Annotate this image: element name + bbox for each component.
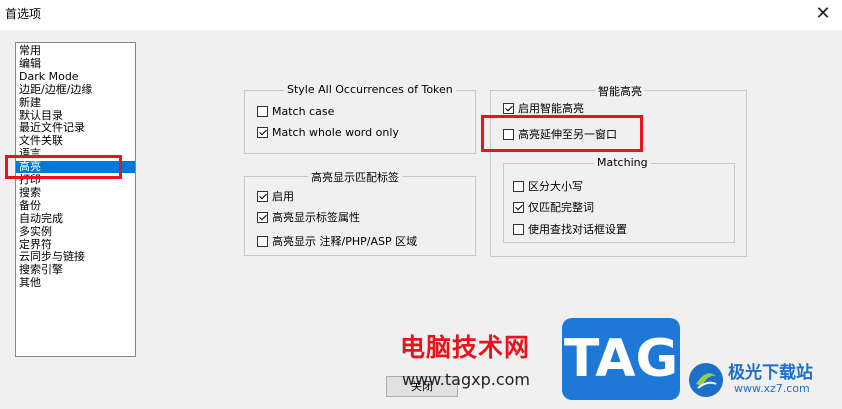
group-title: Style All Occurrences of Token	[284, 83, 456, 96]
sidebar-item[interactable]: 新建	[16, 96, 135, 109]
checkbox-label: 高亮延伸至另一窗口	[518, 128, 617, 141]
sidebar-item[interactable]: 定界符	[16, 238, 135, 251]
smart-match-case-checkbox[interactable]: 区分大小写	[513, 178, 583, 194]
checkbox-box[interactable]	[257, 235, 268, 247]
sidebar-item[interactable]: 云同步与链接	[16, 251, 135, 263]
checkbox-box[interactable]	[257, 190, 268, 202]
sidebar-item[interactable]: 自动完成	[16, 212, 135, 225]
watermark-tag-logo: TAG	[562, 318, 680, 400]
watermark-site-name: 极光下载站	[728, 363, 813, 383]
checkbox-label: 高亮显示 注释/PHP/ASP 区域	[272, 235, 418, 248]
sidebar-item[interactable]: 搜索	[16, 186, 135, 199]
checkbox-box[interactable]	[513, 223, 524, 235]
checkbox-label: 启用智能高亮	[518, 102, 584, 115]
style-all-occurrences-group: Style All Occurrences of Token Match cas…	[244, 83, 476, 154]
checkbox-box[interactable]	[503, 102, 514, 114]
sidebar-item[interactable]: 默认目录	[16, 109, 135, 122]
smart-highlight-enable-checkbox[interactable]: 启用智能高亮	[503, 100, 584, 116]
smart-whole-word-checkbox[interactable]: 仅匹配完整词	[513, 199, 594, 215]
sidebar-item[interactable]: 高亮	[16, 161, 135, 174]
tag-match-enable-checkbox[interactable]: 启用	[257, 188, 294, 204]
watermark-url: www.tagxp.com	[402, 370, 530, 389]
sidebar-item[interactable]: 其他	[16, 277, 135, 289]
close-icon[interactable]: ✕	[812, 3, 834, 25]
sidebar-item[interactable]: 文件关联	[16, 135, 135, 147]
checkbox-label: Match case	[272, 105, 335, 118]
tag-match-group: 高亮显示匹配标签 启用 高亮显示标签属性 高亮显示 注释/PHP/ASP 区域	[244, 169, 476, 256]
match-whole-word-checkbox[interactable]: Match whole word only	[257, 126, 399, 139]
watermark-text: 电脑技术网	[400, 333, 531, 362]
comment-zone-checkbox[interactable]: 高亮显示 注释/PHP/ASP 区域	[257, 233, 417, 249]
window-title: 首选项	[5, 7, 42, 21]
checkbox-label: Match whole word only	[272, 126, 399, 139]
checkbox-label: 启用	[272, 190, 294, 203]
sidebar-item[interactable]: 搜索引擎	[16, 264, 135, 276]
checkbox-box[interactable]	[257, 211, 268, 223]
checkbox-label: 区分大小写	[528, 180, 583, 193]
matching-subgroup: Matching 区分大小写 仅匹配完整词 使用查找对话框设置	[503, 156, 735, 243]
sidebar-item[interactable]: 备份	[16, 199, 135, 212]
checkbox-label: 使用查找对话框设置	[528, 223, 627, 236]
sidebar-item[interactable]: 最近文件记录	[16, 122, 135, 134]
group-title: 高亮显示匹配标签	[308, 169, 402, 185]
sidebar-item[interactable]: 边距/边框/边缘	[16, 83, 135, 96]
sidebar-item[interactable]: 语言	[16, 148, 135, 160]
aurora-logo-icon	[689, 363, 723, 397]
sidebar-item[interactable]: Dark Mode	[16, 70, 135, 83]
sidebar-item[interactable]: 常用	[16, 45, 135, 57]
checkbox-label: 高亮显示标签属性	[272, 211, 360, 224]
checkbox-box[interactable]	[513, 201, 524, 213]
smart-highlight-group: 智能高亮 启用智能高亮 高亮延伸至另一窗口 Matching 区分大小写 仅匹配…	[490, 83, 747, 257]
tag-attr-checkbox[interactable]: 高亮显示标签属性	[257, 209, 360, 225]
sidebar-item[interactable]: 打印	[16, 174, 135, 186]
checkbox-box[interactable]	[513, 180, 524, 192]
match-case-checkbox[interactable]: Match case	[257, 105, 334, 118]
checkbox-box[interactable]	[503, 128, 514, 140]
checkbox-box[interactable]	[257, 127, 268, 138]
title-bar: 首选项 ✕	[0, 0, 842, 30]
checkbox-box[interactable]	[257, 106, 268, 117]
group-title: Matching	[594, 156, 651, 169]
use-find-settings-checkbox[interactable]: 使用查找对话框设置	[513, 221, 627, 237]
checkbox-label: 仅匹配完整词	[528, 201, 594, 214]
watermark-site-url: www.xz7.com	[734, 382, 810, 395]
sidebar-item[interactable]: 编辑	[16, 57, 135, 70]
extend-other-view-checkbox[interactable]: 高亮延伸至另一窗口	[503, 126, 617, 142]
sidebar-item[interactable]: 多实例	[16, 225, 135, 238]
category-list[interactable]: 常用 编辑 Dark Mode 边距/边框/边缘 新建 默认目录 最近文件记录 文件关联 语言高…	[15, 42, 136, 357]
group-title: 智能高亮	[595, 83, 645, 99]
